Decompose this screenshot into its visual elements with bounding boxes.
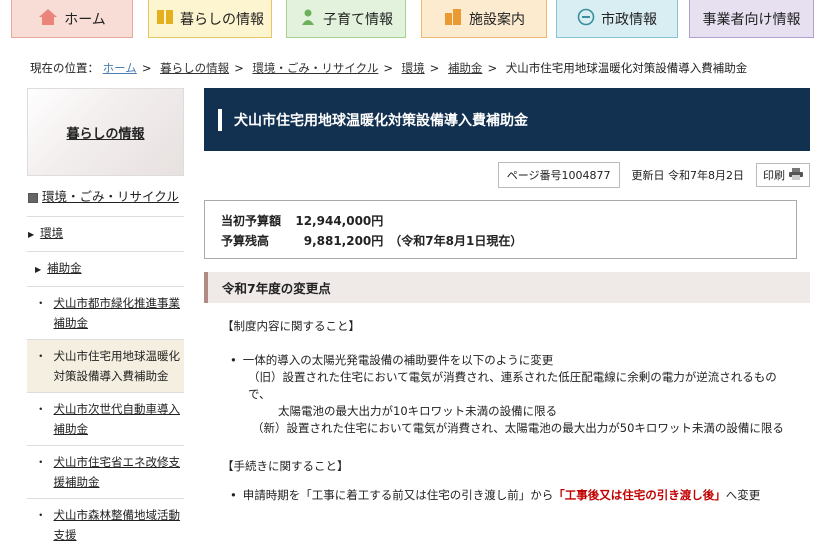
sidebar-item-label: 犬山市住宅用地球温暖化対策設備導入費補助金	[53, 349, 181, 383]
page-title-bar: 犬山市住宅用地球温暖化対策設備導入費補助金	[204, 88, 810, 151]
building-icon	[443, 8, 463, 30]
nav-childcare-label: 子育て情報	[323, 11, 393, 28]
print-button[interactable]: 印刷	[756, 163, 810, 187]
sidebar-subsub-label[interactable]: 補助金	[47, 261, 82, 275]
sidebar-sub-label[interactable]: 環境	[40, 226, 63, 240]
breadcrumb-current: 犬山市住宅用地球温暖化対策設備導入費補助金	[505, 61, 748, 75]
procedure-text-pre: 申請時期を「工事に着工する前又は住宅の引き渡し前」から	[242, 488, 554, 502]
section-heading: 令和7年度の変更点	[204, 272, 810, 303]
breadcrumb: 現在の位置： ホーム > 暮らしの情報 > 環境・ごみ・リサイクル > 環境 > 補助金…	[30, 61, 748, 75]
sidebar-heading-label: 暮らしの情報	[66, 126, 145, 142]
bullet-icon: ・	[35, 455, 47, 469]
page-meta: ページ番号1004877 更新日 令和7年8月2日 印刷	[497, 162, 810, 188]
new-requirement-line: （新）設置された住宅において電気が消費され、太陽電池の最大出力が50キロワット未…	[252, 421, 784, 435]
breadcrumb-environment-recycle[interactable]: 環境・ごみ・リサイクル	[252, 61, 378, 75]
sidebar-item-label[interactable]: 犬山市森林整備地域活動支援	[54, 505, 185, 545]
triangle-icon: ▶	[35, 265, 42, 274]
old-requirement-line3: 太陽電池の最大出力が10キロワット未満の設備に限る	[278, 404, 558, 418]
nav-living-label: 暮らしの情報	[180, 11, 264, 28]
book-icon	[156, 8, 174, 30]
procedure-list-item: • 申請時期を「工事に着工する前又は住宅の引き渡し前」から「工事後又は住宅の引き渡…	[230, 487, 760, 504]
sidebar-category-label[interactable]: 環境・ごみ・リサイクル	[42, 189, 179, 204]
sidebar-item-label[interactable]: 犬山市住宅省エネ改修支援補助金	[54, 452, 185, 492]
page-number: ページ番号1004877	[497, 162, 620, 188]
nav-living[interactable]: 暮らしの情報	[148, 0, 272, 38]
sidebar-item[interactable]: ・犬山市森林整備地域活動支援	[27, 499, 184, 551]
bullet-icon: ・	[35, 402, 47, 416]
nav-childcare[interactable]: 子育て情報	[286, 0, 406, 38]
sidebar-item-current[interactable]: ・犬山市住宅用地球温暖化対策設備導入費補助金	[27, 340, 184, 393]
home-icon	[38, 8, 58, 30]
square-icon	[28, 192, 38, 203]
title-mark	[218, 108, 222, 131]
budget-box: 当初予算額 12,944,000円 予算残高 9,881,200円 （令和7年8…	[204, 200, 797, 259]
sidebar-item-label[interactable]: 犬山市次世代自動車導入補助金	[54, 399, 185, 439]
child-icon	[299, 8, 317, 30]
bullet-icon: ・	[35, 508, 47, 522]
page-title: 犬山市住宅用地球温暖化対策設備導入費補助金	[234, 112, 528, 129]
global-nav: ホーム 暮らしの情報 子育て情報 施設案内 市政情報 事業者向け情報	[0, 0, 825, 44]
procedure-text-post: へ変更	[725, 488, 761, 502]
sidebar-subsub[interactable]: ▶ 補助金	[27, 252, 184, 287]
nav-home-label: ホーム	[64, 11, 106, 28]
breadcrumb-living[interactable]: 暮らしの情報	[160, 61, 229, 75]
old-requirement-line2: で、	[248, 387, 271, 401]
city-icon	[577, 8, 595, 30]
breadcrumb-prefix: 現在の位置：	[30, 61, 99, 75]
triangle-icon: ▶	[28, 230, 35, 239]
initial-budget-label: 当初予算額	[221, 214, 282, 228]
bullet-icon: •	[230, 353, 237, 367]
sidebar-category[interactable]: 環境・ごみ・リサイクル	[27, 178, 184, 217]
breadcrumb-home[interactable]: ホーム	[103, 61, 137, 75]
nav-facilities[interactable]: 施設案内	[421, 0, 547, 38]
breadcrumb-subsidy[interactable]: 補助金	[448, 61, 483, 75]
nav-business-label: 事業者向け情報	[702, 11, 801, 28]
change-list-item: • 一体的導入の太陽光発電設備の補助要件を以下のように変更	[230, 352, 553, 369]
sidebar-sub[interactable]: ▶ 環境	[27, 217, 184, 252]
printer-icon	[789, 167, 803, 183]
sidebar-heading[interactable]: 暮らしの情報	[27, 88, 184, 176]
nav-facilities-label: 施設案内	[469, 11, 525, 28]
old-requirement-line1: （旧）設置された住宅において電気が消費され、連系された低圧配電線に余剰の電力が逆…	[248, 370, 777, 384]
system-heading: 【制度内容に関すること】	[222, 319, 360, 333]
sidebar: 暮らしの情報 環境・ごみ・リサイクル ▶ 環境 ▶ 補助金 ・犬山市都市緑化推進事業…	[27, 88, 184, 551]
change-bullet-text: 一体的導入の太陽光発電設備の補助要件を以下のように変更	[242, 353, 554, 367]
procedure-heading: 【手続きに関すること】	[222, 459, 349, 473]
sidebar-item[interactable]: ・犬山市都市緑化推進事業補助金	[27, 287, 184, 340]
remaining-budget-value: 9,881,200円 （令和7年8月1日現在）	[303, 234, 523, 248]
nav-cityinfo-label: 市政情報	[601, 11, 657, 28]
initial-budget-value: 12,944,000円	[295, 214, 384, 228]
bullet-icon: ・	[35, 296, 47, 310]
sidebar-item-label[interactable]: 犬山市都市緑化推進事業補助金	[54, 293, 185, 333]
procedure-text-highlight: 「工事後又は住宅の引き渡し後」	[553, 488, 726, 502]
bullet-icon: ・	[35, 349, 47, 363]
bullet-icon: •	[230, 488, 237, 502]
remaining-budget-label: 予算残高	[221, 234, 270, 248]
nav-home[interactable]: ホーム	[11, 0, 133, 38]
updated-date: 更新日 令和7年8月2日	[631, 169, 745, 182]
nav-business[interactable]: 事業者向け情報	[689, 0, 814, 38]
nav-cityinfo[interactable]: 市政情報	[556, 0, 678, 38]
sidebar-item[interactable]: ・犬山市次世代自動車導入補助金	[27, 393, 184, 446]
breadcrumb-environment[interactable]: 環境	[402, 61, 425, 75]
sidebar-item[interactable]: ・犬山市住宅省エネ改修支援補助金	[27, 446, 184, 499]
print-label: 印刷	[763, 169, 785, 182]
